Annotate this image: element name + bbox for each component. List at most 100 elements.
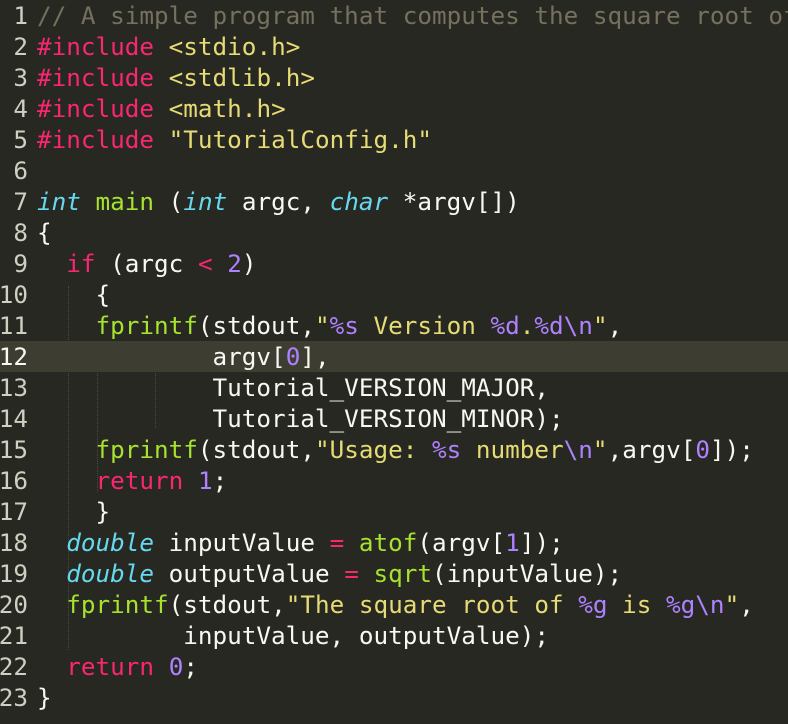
- code-token: double: [66, 528, 155, 557]
- code-token: is: [607, 590, 667, 619]
- code-token: <stdlib.h>: [168, 63, 315, 92]
- line-number: 16: [0, 466, 28, 495]
- code-token: %g\n: [666, 590, 725, 619]
- code-line[interactable]: 4 #include <math.h>: [0, 93, 788, 124]
- code-token: (: [154, 187, 184, 216]
- code-token: "The square root of: [285, 590, 579, 619]
- code-line[interactable]: 5 #include "TutorialConfig.h": [0, 124, 788, 155]
- code-token: fprintf: [95, 311, 198, 340]
- line-number: 14: [0, 404, 28, 433]
- line-number: 6: [13, 156, 28, 185]
- code-token: <: [197, 249, 213, 278]
- line-number: 15: [0, 435, 28, 464]
- code-line[interactable]: 3 #include <stdlib.h>: [0, 62, 788, 93]
- line-number: 5: [13, 125, 28, 154]
- code-token: ,: [607, 311, 623, 340]
- code-token: Tutorial_VERSION_MAJOR,: [37, 373, 549, 402]
- code-line[interactable]: 18 double inputValue = atof(argv[1]);: [0, 527, 788, 558]
- code-text: if (argc < 2): [37, 248, 256, 279]
- code-token: ]);: [519, 528, 564, 557]
- code-token: 0: [168, 652, 184, 681]
- code-token: <stdio.h>: [168, 32, 301, 61]
- code-token: ;: [212, 466, 228, 495]
- code-token: ,: [739, 590, 754, 619]
- code-line[interactable]: 21 inputValue, outputValue);: [0, 620, 788, 651]
- code-token: ": [724, 590, 740, 619]
- code-token: atof: [358, 528, 418, 557]
- code-token: (stdout,: [197, 311, 315, 340]
- code-text: int main (int argc, char *argv[]): [37, 186, 520, 217]
- line-number: 4: [13, 94, 28, 123]
- code-token: Version: [358, 311, 491, 340]
- code-line[interactable]: 12 argv[0],: [0, 341, 788, 372]
- code-token: inputValue, outputValue);: [37, 621, 549, 650]
- code-line[interactable]: 22 return 0;: [0, 651, 788, 682]
- code-line[interactable]: 9 if (argc < 2): [0, 248, 788, 279]
- code-line[interactable]: 14 Tutorial_VERSION_MINOR);: [0, 403, 788, 434]
- code-text: return 0;: [37, 651, 198, 682]
- code-token: ;: [183, 652, 198, 681]
- code-line[interactable]: 16 return 1;: [0, 465, 788, 496]
- code-line[interactable]: 20 fprintf(stdout,"The square root of %g…: [0, 589, 788, 620]
- code-line[interactable]: 8{: [0, 217, 788, 248]
- code-line[interactable]: 13 Tutorial_VERSION_MAJOR,: [0, 372, 788, 403]
- code-token: ,argv[: [607, 435, 696, 464]
- code-token: int: [37, 187, 81, 216]
- code-token: argv[: [37, 342, 286, 371]
- code-token: {: [37, 218, 52, 247]
- code-token: \n: [563, 435, 593, 464]
- code-token: *argv[]): [388, 187, 520, 216]
- code-line[interactable]: 1 // A simple program that computes the s…: [0, 0, 788, 31]
- code-token: #include: [37, 63, 155, 92]
- code-text: Tutorial_VERSION_MAJOR,: [37, 372, 549, 403]
- code-line[interactable]: 15 fprintf(stdout,"Usage: %s number\n",a…: [0, 434, 788, 465]
- code-text: }: [37, 682, 52, 713]
- code-text: {: [37, 217, 52, 248]
- code-token: #include: [37, 94, 155, 123]
- code-token: fprintf: [66, 590, 169, 619]
- code-text: double inputValue = atof(argv[1]);: [37, 527, 564, 558]
- code-token: Tutorial_VERSION_MINOR);: [37, 404, 564, 433]
- code-text: return 1;: [37, 465, 228, 496]
- line-number: 3: [13, 63, 28, 92]
- code-text: fprintf(stdout,"Usage: %s number\n",argv…: [37, 434, 754, 465]
- code-text: #include <math.h>: [37, 93, 286, 124]
- code-editor[interactable]: 1 // A simple program that computes the s…: [0, 0, 788, 724]
- line-number: 7: [13, 187, 28, 216]
- line-number: 18: [0, 528, 28, 557]
- code-text: }: [37, 496, 111, 527]
- code-line[interactable]: 2 #include <stdio.h>: [0, 31, 788, 62]
- code-token: %d\n: [534, 311, 593, 340]
- code-token: main: [95, 187, 155, 216]
- code-token: argc,: [227, 187, 330, 216]
- code-token: =: [329, 528, 345, 557]
- code-token: 1: [505, 528, 520, 557]
- code-line[interactable]: 10 {: [0, 279, 788, 310]
- code-line[interactable]: 17 }: [0, 496, 788, 527]
- code-token: #include: [37, 32, 155, 61]
- code-token: %d: [490, 311, 520, 340]
- code-line[interactable]: 19 double outputValue = sqrt(inputValue)…: [0, 558, 788, 589]
- code-line[interactable]: 23}: [0, 682, 788, 713]
- code-token: #include: [37, 125, 155, 154]
- code-token: if: [66, 249, 96, 278]
- code-line[interactable]: 6: [0, 155, 788, 186]
- code-line[interactable]: 11 fprintf(stdout,"%s Version %d.%d\n",: [0, 310, 788, 341]
- code-line[interactable]: 7 int main (int argc, char *argv[]): [0, 186, 788, 217]
- code-token: .: [519, 311, 535, 340]
- code-token: <math.h>: [168, 94, 286, 123]
- line-number: 8: [13, 218, 28, 247]
